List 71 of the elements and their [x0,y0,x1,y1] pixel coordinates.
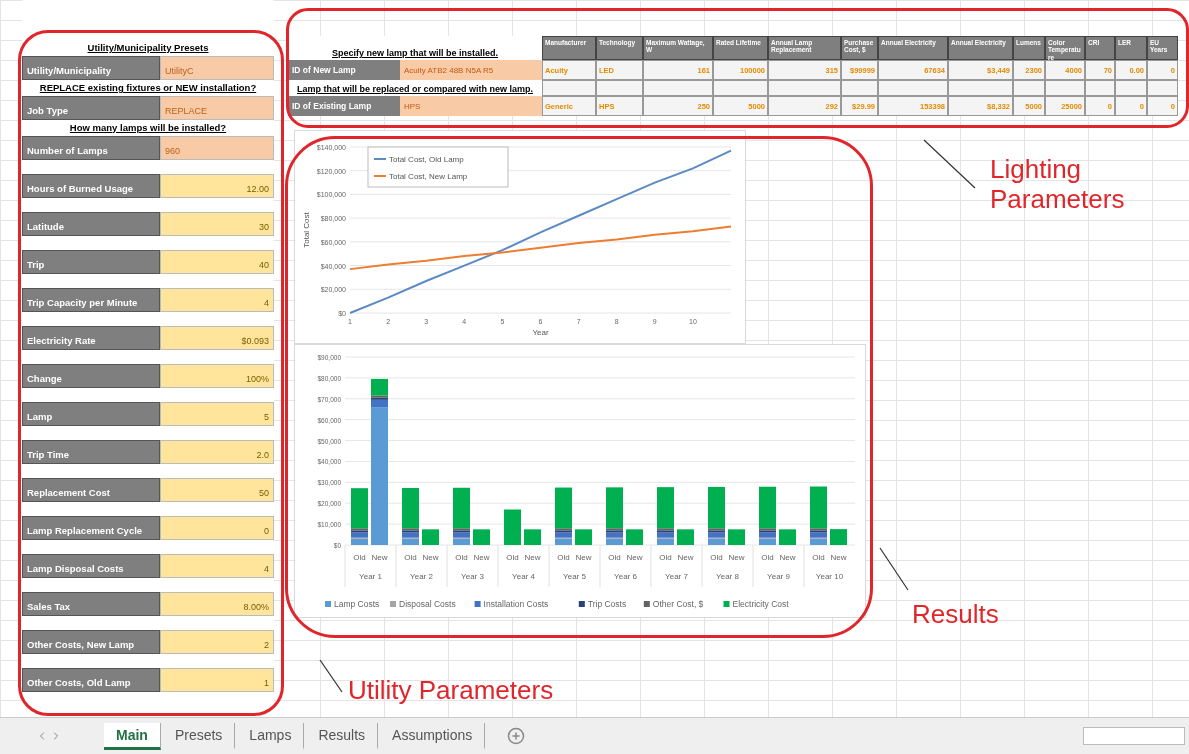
axis-tick-label: New [830,553,847,562]
axis-tick-label: New [422,553,439,562]
axis-tick-label: Old [404,553,417,562]
annotation-label: Results [912,600,999,630]
annotation-label: Lighting Parameters [990,155,1126,215]
parameter-label: Other Costs, Old Lamp [22,668,160,692]
section-heading: REPLACE existing fixtures or NEW installation? [39,81,257,95]
legend-item: Total Cost, New Lamp [373,172,468,181]
parameter-label: Lamp Replacement Cycle [22,516,160,540]
legend-item: Disposal Costs [390,599,456,609]
axis-tick-label: Old [506,553,519,562]
parameter-label: Change [22,364,160,388]
parameter-label: Utility/Municipality [22,56,160,80]
axis-tick-label: New [524,553,541,562]
parameter-label: Trip [22,250,160,274]
axis-tick-label: Year 2 [410,572,433,581]
axis-tick-label: Year 1 [359,572,382,581]
section-heading: Utility/Municipality Presets [87,41,209,55]
axis-tick-label: New [575,553,592,562]
axis-tick-label: Old [608,553,621,562]
axis-tick-label: New [677,553,694,562]
axis-tick-label: New [779,553,796,562]
section-heading: How many lamps will be installed? [69,121,227,135]
legend-item: Trip Costs [578,599,627,609]
axis-tick-label: Old [353,553,366,562]
axis-tick-label: Year 8 [716,572,739,581]
axis-tick-label: Old [659,553,672,562]
parameter-label: Job Type [22,96,160,120]
section-heading: Lamp that will be replaced or compared with new lamp. [295,83,535,96]
axis-tick-label: Year 9 [767,572,790,581]
axis-tick-label: Old [557,553,570,562]
axis-tick-label: Year 6 [614,572,637,581]
parameter-label: Sales Tax [22,592,160,616]
axis-tick-label: New [626,553,643,562]
row-label: ID of New Lamp [288,60,400,80]
axis-tick-label: Old [812,553,825,562]
axis-tick-label: Year 10 [815,572,844,581]
legend-item: Electricity Cost [723,599,789,609]
parameter-label: Lamp Disposal Costs [22,554,160,578]
axis-tick-label: Year 4 [512,572,535,581]
axis-title: Total Cost [302,212,311,248]
legend-label: Trip Costs [587,599,627,609]
parameter-label: Lamp [22,402,160,426]
axis-tick-label: New [371,553,388,562]
parameter-label: Number of Lamps [22,136,160,160]
axis-tick-label: Year 5 [563,572,586,581]
legend-item: Lamp Costs [325,599,380,609]
section-heading: Specify new lamp that will be installed. [330,47,499,60]
legend-item: Total Cost, Old Lamp [373,155,464,164]
axis-tick-label: Year 3 [461,572,484,581]
legend-label: Total Cost, Old Lamp [389,155,465,164]
annotation-label: Utility Parameters [348,676,554,706]
parameter-label: Hours of Burned Usage [22,174,160,198]
axis-tick-label: New [473,553,490,562]
legend-label: Lamp Costs [334,599,380,609]
parameter-label: Replacement Cost [22,478,160,502]
parameter-label: Trip Capacity per Minute [22,288,160,312]
parameter-label: Electricity Rate [22,326,160,350]
row-label: ID of Existing Lamp [288,96,400,116]
axis-tick-label: Year 7 [665,572,688,581]
axis-tick-label: Old [761,553,774,562]
axis-tick-label: Old [710,553,723,562]
axis-tick-label: New [728,553,745,562]
legend-item: Installation Costs [474,599,549,609]
parameter-label: Trip Time [22,440,160,464]
legend-label: Total Cost, New Lamp [389,172,468,181]
legend-item: Other Cost, $ [643,599,704,609]
axis-tick-label: Old [455,553,468,562]
parameter-label: Other Costs, New Lamp [22,630,160,654]
parameter-label: Latitude [22,212,160,236]
axis-title: Year [532,328,549,337]
